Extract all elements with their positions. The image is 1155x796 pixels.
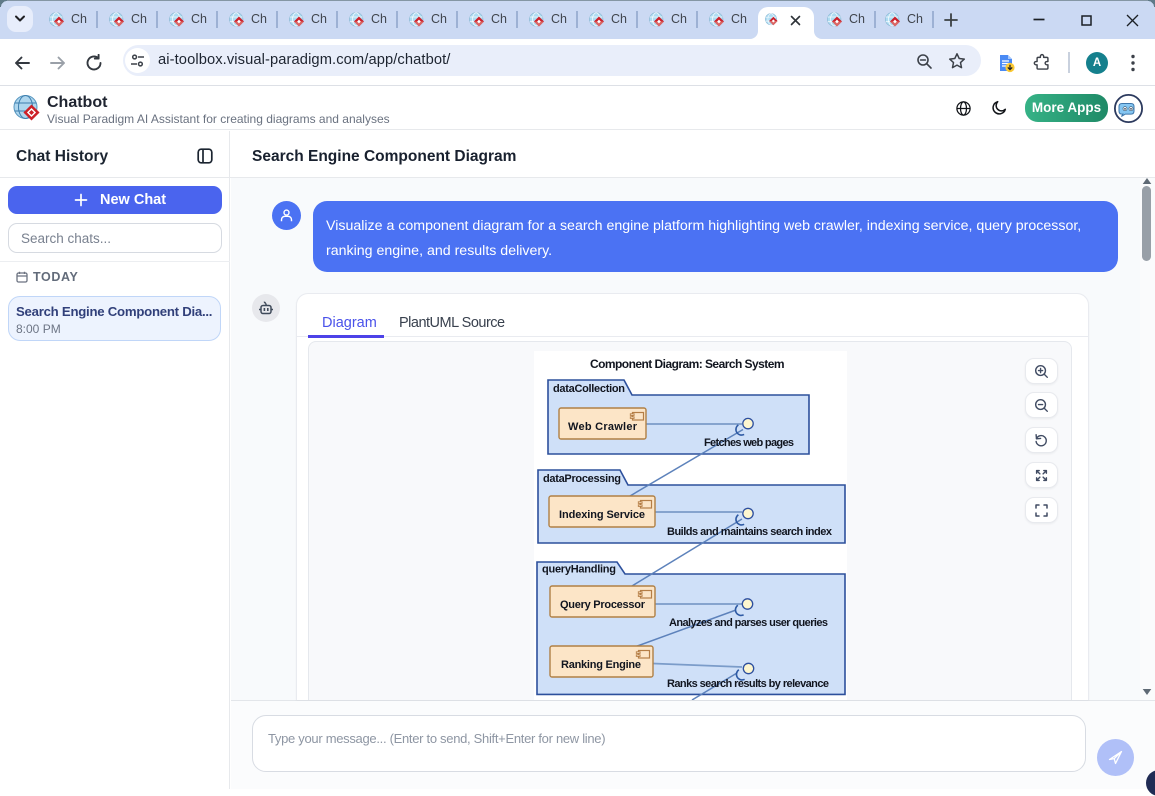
svg-text:Ranking Engine: Ranking Engine	[561, 659, 641, 671]
svg-text:dataProcessing: dataProcessing	[543, 473, 621, 485]
svg-text:Ranks search results by releva: Ranks search results by relevance	[667, 678, 829, 690]
svg-text:Component Diagram: Search Syst: Component Diagram: Search System	[590, 357, 785, 371]
svg-text:Query Processor: Query Processor	[560, 599, 646, 611]
svg-text:Web Crawler: Web Crawler	[568, 421, 638, 433]
svg-text:Analyzes and parses user queri: Analyzes and parses user queries	[669, 617, 828, 629]
svg-text:dataCollection: dataCollection	[553, 383, 625, 395]
svg-text:Indexing Service: Indexing Service	[559, 509, 645, 521]
svg-text:Builds and maintains search in: Builds and maintains search index	[667, 526, 833, 538]
svg-text:Fetches web pages: Fetches web pages	[704, 437, 794, 449]
svg-text:queryHandling: queryHandling	[542, 564, 616, 576]
